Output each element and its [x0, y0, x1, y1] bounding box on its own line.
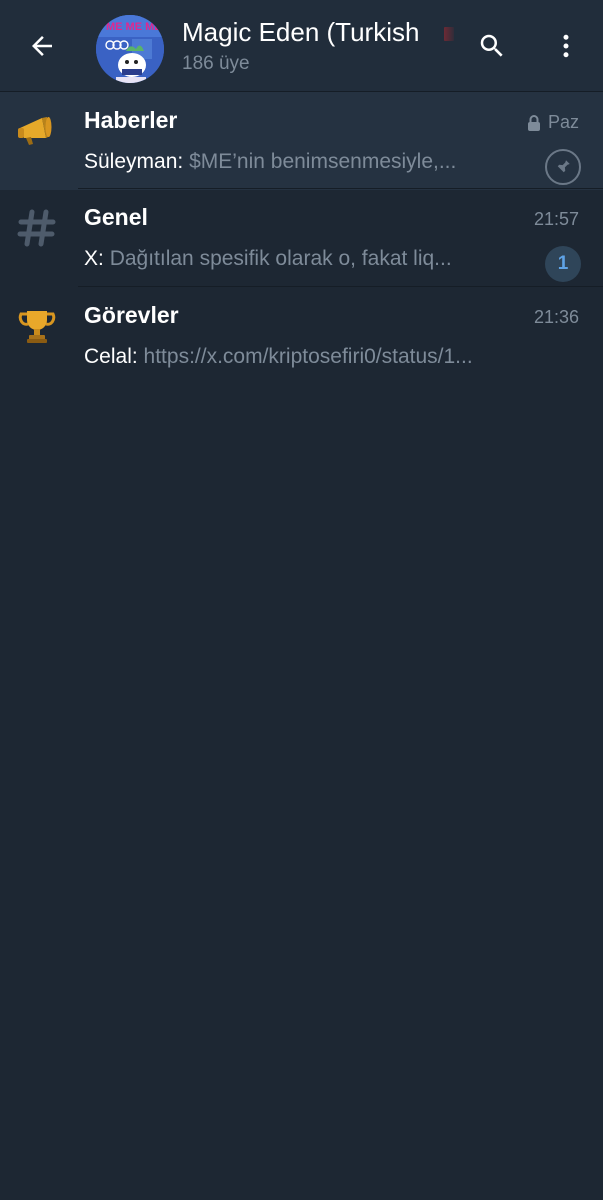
topic-row-genel[interactable]: Genel 21:57 X: Dağıtılan spesifik olarak… — [0, 189, 603, 287]
topic-icon — [14, 205, 60, 251]
preview-sender: Süleyman: — [84, 150, 184, 173]
preview-message: $ME’nin benimsenmesiyle,... — [189, 150, 457, 173]
chat-header: ME ME ME Magic Eden (Turkish 186 üye — [0, 0, 603, 92]
preview-link[interactable]: https://x.com/kriptosefiri0/status/1... — [144, 345, 473, 368]
topic-row-haberler[interactable]: Haberler Paz Süleyman: $ME’nin benimsenm… — [0, 92, 603, 190]
topic-time: 21:36 — [534, 307, 579, 328]
topic-name: Genel — [84, 204, 148, 230]
unread-count-badge: 1 — [545, 246, 581, 282]
search-icon — [480, 34, 503, 57]
preview-sender: X: — [84, 247, 104, 270]
topic-row-gorevler[interactable]: Görevler 21:36 Celal: https://x.com/krip… — [0, 287, 603, 385]
topic-time-label: 21:36 — [533, 307, 579, 327]
topic-preview: Süleyman: $ME’nin benimsenmesiyle,... — [84, 150, 514, 174]
pinned-badge — [545, 149, 581, 185]
topic-icon — [14, 303, 60, 349]
topic-time: Paz — [526, 112, 579, 133]
topic-name: Haberler — [84, 107, 178, 133]
group-avatar[interactable]: ME ME ME — [96, 15, 164, 83]
member-count: 186 üye — [182, 53, 250, 74]
app: ME ME ME Magic Eden (Turkish 186 üye Hab… — [0, 0, 603, 1200]
group-title[interactable]: Magic Eden (Turkish — [182, 17, 438, 48]
topic-preview: X: Dağıtılan spesifik olarak o, fakat li… — [84, 247, 514, 271]
more-vertical-icon — [563, 34, 569, 58]
group-avatar-image: ME ME ME — [96, 15, 164, 83]
trophy-icon — [18, 311, 56, 343]
megaphone-icon — [18, 117, 52, 145]
pin-icon — [556, 160, 570, 174]
topic-time-label: 21:57 — [533, 209, 579, 229]
topic-name: Görevler — [84, 302, 179, 328]
topic-preview: Celal: https://x.com/kriptosefiri0/statu… — [84, 345, 514, 369]
preview-sender: Celal: — [84, 345, 138, 368]
topic-time-label: Paz — [547, 112, 579, 132]
topic-time: 21:57 — [534, 209, 579, 230]
topic-icon — [14, 108, 60, 154]
preview-message: Dağıtılan spesifik olarak o, fakat liq..… — [109, 247, 452, 270]
search-button[interactable] — [470, 24, 514, 68]
back-button[interactable] — [18, 22, 66, 70]
arrow-left-icon — [32, 36, 52, 56]
more-options-button[interactable] — [544, 24, 588, 68]
hashtag-icon — [17, 209, 56, 247]
svg-text:ME ME ME: ME ME ME — [106, 21, 162, 33]
lock-icon — [527, 114, 540, 131]
title-fade — [438, 20, 460, 48]
